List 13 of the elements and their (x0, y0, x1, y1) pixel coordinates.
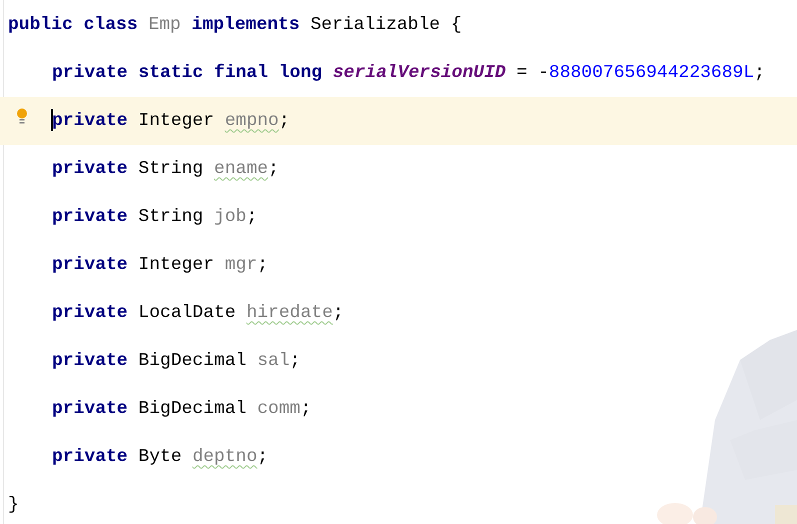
code-line: public class Emp implements Serializable { (8, 14, 462, 36)
code-line: private Integer empno; (52, 108, 290, 132)
code-line: private Byte deptno; (52, 446, 268, 468)
code-line: private BigDecimal comm; (52, 398, 312, 420)
code-line: private static final long serialVersionUID = -888007656944223689L; (52, 62, 765, 84)
text-caret (51, 108, 53, 130)
code-line: private BigDecimal sal; (52, 350, 300, 372)
lightbulb-icon[interactable] (16, 108, 28, 125)
code-line: private Integer mgr; (52, 254, 268, 276)
code-line: private LocalDate hiredate; (52, 302, 344, 324)
code-line: } (8, 494, 19, 516)
code-line: private String job; (52, 206, 258, 228)
code-line: private String ename; (52, 158, 279, 180)
